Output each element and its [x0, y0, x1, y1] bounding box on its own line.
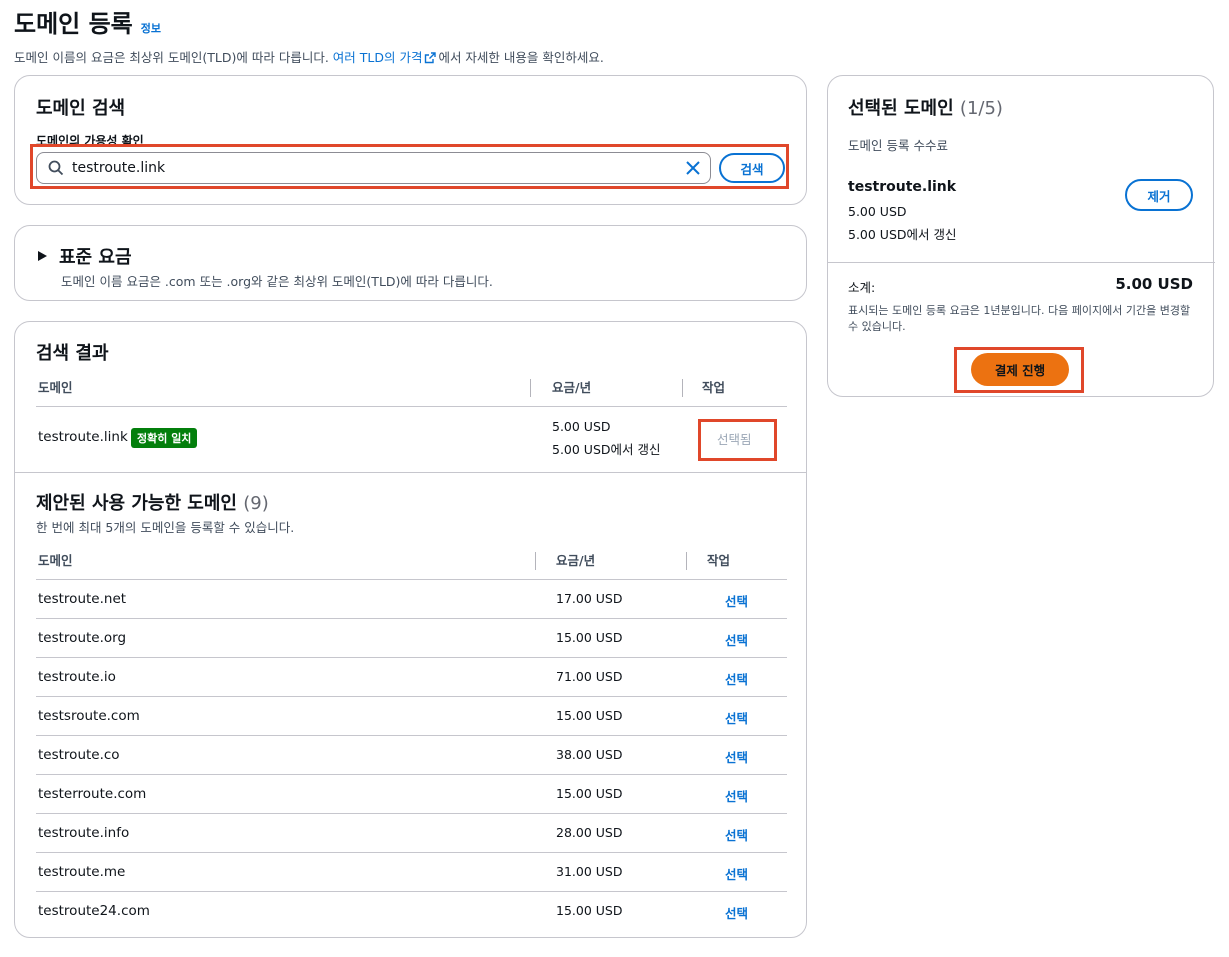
suggested-count: (9): [243, 493, 269, 514]
row-divider: [36, 891, 787, 892]
subtitle-text-post: 에서 자세한 내용을 확인하세요.: [438, 50, 604, 65]
section-divider: [15, 472, 806, 473]
subtotal-value: 5.00 USD: [1115, 275, 1193, 293]
suggested-price: 15.00 USD: [556, 630, 623, 645]
standard-pricing-toggle[interactable]: 표준 요금: [38, 243, 132, 269]
selected-count: (1/5): [959, 98, 1003, 119]
selected-domains-card: 선택된 도메인 (1/5) 도메인 등록 수수료 testroute.link …: [827, 75, 1215, 397]
subtotal-label: 소계:: [848, 280, 876, 295]
results-col-action: 작업: [702, 380, 726, 395]
header-divider: [36, 579, 787, 580]
page-subtitle: 도메인 이름의 요금은 최상위 도메인(TLD)에 따라 다릅니다. 여러 TL…: [14, 47, 1214, 66]
suggested-col-action: 작업: [707, 553, 731, 568]
standard-pricing-title: 표준 요금: [59, 247, 132, 268]
suggested-domain: testroute.info: [38, 825, 130, 841]
search-results-title: 검색 결과: [36, 343, 109, 364]
standard-pricing-description: 도메인 이름 요금은 .com 또는 .org와 같은 최상위 도메인(TLD)…: [61, 274, 493, 289]
result-price: 5.00 USD: [552, 419, 611, 434]
suggested-domain: testerroute.com: [38, 786, 147, 802]
row-divider: [36, 735, 787, 736]
suggested-price: 15.00 USD: [556, 786, 623, 801]
info-link[interactable]: 정보: [141, 20, 161, 36]
suggested-col-domain: 도메인: [38, 553, 73, 568]
select-domain-link[interactable]: 선택: [725, 591, 748, 610]
tld-pricing-link-text: 여러 TLD의 가격: [332, 50, 423, 65]
result-renewal: 5.00 USD에서 갱신: [552, 442, 661, 457]
search-box: [36, 152, 711, 184]
suggested-price: 15.00 USD: [556, 708, 623, 723]
suggested-description: 한 번에 최대 5개의 도메인을 등록할 수 있습니다.: [36, 520, 295, 535]
selected-status: 선택됨: [717, 432, 752, 447]
suggested-domain: testsroute.com: [38, 708, 140, 724]
standard-pricing-card: 표준 요금 도메인 이름 요금은 .com 또는 .org와 같은 최상위 도메…: [14, 225, 807, 301]
search-button[interactable]: 검색: [719, 153, 785, 183]
row-divider: [36, 618, 787, 619]
select-domain-link[interactable]: 선택: [725, 786, 748, 805]
suggested-domains-title: 제안된 사용 가능한 도메인 (9): [36, 489, 269, 515]
select-domain-link[interactable]: 선택: [725, 825, 748, 844]
result-domain: testroute.link: [38, 429, 128, 445]
suggested-domain: testroute.io: [38, 669, 116, 685]
search-results-card: 검색 결과 도메인 요금/년 작업 testroute.link 정확히 일치 …: [14, 321, 807, 938]
row-divider: [36, 813, 787, 814]
header-divider: [36, 406, 787, 407]
page-title: 도메인 등록: [14, 10, 133, 38]
column-divider: [530, 379, 531, 397]
clear-icon[interactable]: [686, 161, 700, 175]
suggested-domain: testroute.co: [38, 747, 120, 763]
column-divider: [686, 552, 687, 570]
results-col-domain: 도메인: [38, 380, 73, 395]
suggested-price: 15.00 USD: [556, 903, 623, 918]
column-divider: [535, 552, 536, 570]
results-col-price: 요금/년: [552, 380, 592, 395]
select-domain-link[interactable]: 선택: [725, 630, 748, 649]
suggested-price: 71.00 USD: [556, 669, 623, 684]
select-domain-link[interactable]: 선택: [725, 669, 748, 688]
row-divider: [36, 696, 787, 697]
external-link-icon: [425, 52, 437, 64]
selected-domain-name: testroute.link: [848, 179, 957, 195]
registration-fee-label: 도메인 등록 수수료: [848, 138, 948, 153]
caret-right-icon: [38, 251, 47, 261]
suggested-title-text: 제안된 사용 가능한 도메인: [36, 493, 237, 514]
suggested-price: 28.00 USD: [556, 825, 623, 840]
select-domain-link[interactable]: 선택: [725, 864, 748, 883]
tld-pricing-link[interactable]: 여러 TLD의 가격: [333, 50, 439, 65]
suggested-domain: testroute.net: [38, 591, 127, 607]
select-domain-link[interactable]: 선택: [725, 903, 748, 922]
column-divider: [682, 379, 683, 397]
remove-button[interactable]: 제거: [1125, 179, 1193, 211]
suggested-domain: testroute.me: [38, 864, 126, 880]
domain-search-title: 도메인 검색: [36, 98, 126, 119]
selected-domains-title: 선택된 도메인 (1/5): [848, 94, 1003, 120]
suggested-col-price: 요금/년: [556, 553, 596, 568]
suggested-domain: testroute24.com: [38, 903, 150, 919]
proceed-to-checkout-button[interactable]: 결제 진행: [971, 353, 1069, 386]
suggested-price: 17.00 USD: [556, 591, 623, 606]
selected-domain-price: 5.00 USD: [848, 204, 907, 219]
suggested-price: 31.00 USD: [556, 864, 623, 879]
subtitle-text: 도메인 이름의 요금은 최상위 도메인(TLD)에 따라 다릅니다.: [14, 50, 329, 65]
subtotal-note: 표시되는 도메인 등록 요금은 1년분입니다. 다음 페이지에서 기간을 변경할…: [848, 304, 1191, 333]
suggested-price: 38.00 USD: [556, 747, 623, 762]
exact-match-badge: 정확히 일치: [131, 428, 198, 448]
selected-domain-renewal: 5.00 USD에서 갱신: [848, 227, 957, 242]
page-header: 도메인 등록 정보 도메인 이름의 요금은 최상위 도메인(TLD)에 따라 다…: [14, 4, 1214, 66]
domain-search-card: 도메인 검색 도메인의 가용성 확인 검색: [14, 75, 807, 205]
row-divider: [36, 657, 787, 658]
domain-search-input[interactable]: [72, 160, 686, 176]
subtotal-divider: [828, 262, 1215, 263]
select-domain-link[interactable]: 선택: [725, 708, 748, 727]
row-divider: [36, 852, 787, 853]
select-domain-link[interactable]: 선택: [725, 747, 748, 766]
row-divider: [36, 774, 787, 775]
suggested-domain: testroute.org: [38, 630, 127, 646]
selected-title-text: 선택된 도메인: [848, 98, 954, 119]
search-icon: [48, 160, 64, 176]
